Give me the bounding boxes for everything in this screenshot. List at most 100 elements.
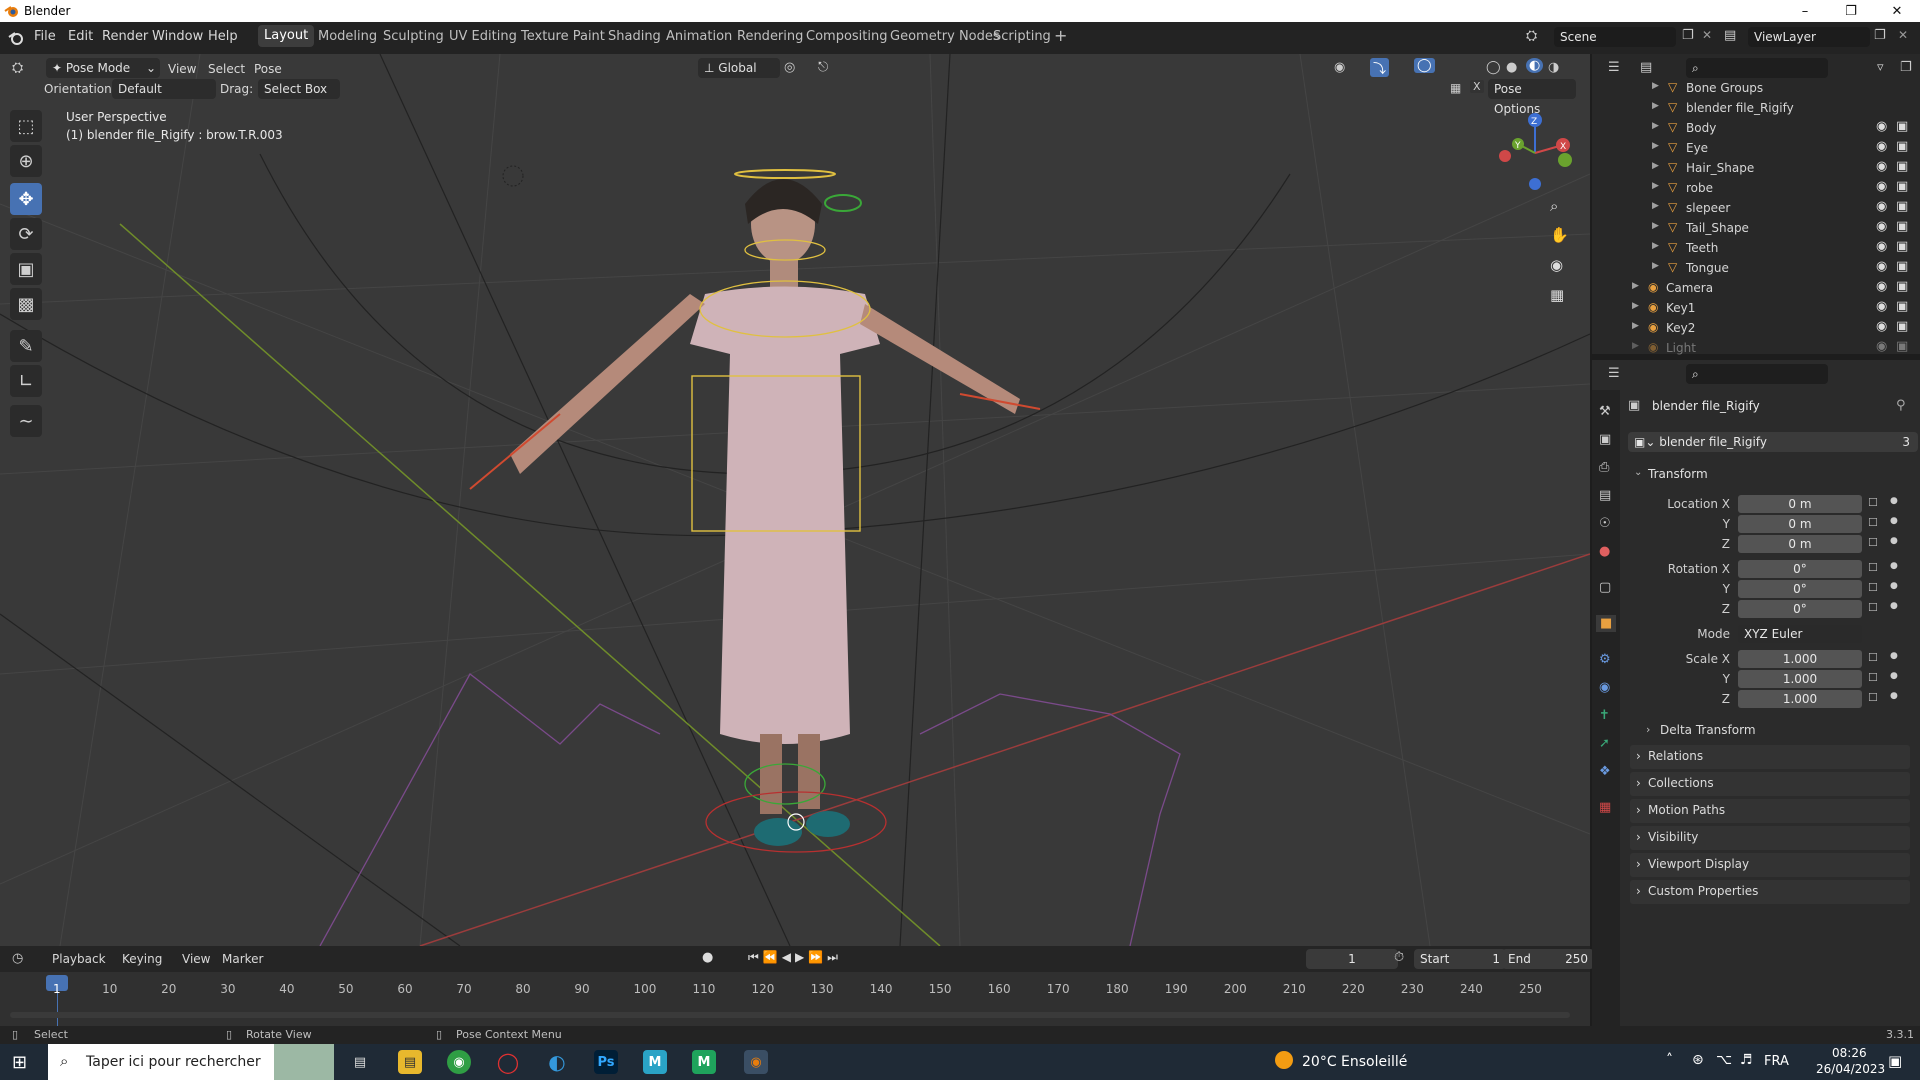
camera-render-icon[interactable]: ▣ xyxy=(1896,259,1908,274)
expand-triangle-icon[interactable]: ▶ xyxy=(1652,261,1659,271)
new-collection-icon[interactable]: ❐ xyxy=(1900,60,1912,75)
modifiers-tab-icon[interactable]: ⚙ xyxy=(1599,652,1611,667)
tab-animation[interactable]: Animation xyxy=(666,29,732,44)
camera-render-icon[interactable]: ▣ xyxy=(1896,159,1908,174)
transform-tool-icon[interactable]: ▩ xyxy=(10,288,42,320)
expand-triangle-icon[interactable]: ▶ xyxy=(1652,141,1659,151)
camera-render-icon[interactable]: ▣ xyxy=(1896,119,1908,134)
tab-geometry-nodes[interactable]: Geometry Nodes xyxy=(890,29,1000,44)
measure-tool-icon[interactable]: ∟ xyxy=(10,365,42,397)
expand-triangle-icon[interactable]: ▶ xyxy=(1652,81,1659,91)
pan-hand-icon[interactable]: ✋ xyxy=(1550,226,1569,244)
camera-render-icon[interactable]: ▣ xyxy=(1896,219,1908,234)
menu-edit[interactable]: Edit xyxy=(68,29,93,44)
expand-triangle-icon[interactable]: ▶ xyxy=(1652,221,1659,231)
tray-expand-icon[interactable]: ˄ xyxy=(1666,1052,1673,1068)
material-shading-icon[interactable]: ◐ xyxy=(1526,58,1544,73)
outliner-row[interactable]: ▶ ▽ Teeth ◉ ▣ xyxy=(1592,238,1920,258)
outliner-editor-icon[interactable]: ☰ xyxy=(1608,60,1620,75)
camera-render-icon[interactable]: ▣ xyxy=(1896,299,1908,314)
weather-icon[interactable] xyxy=(1272,1048,1296,1072)
visibility-icon[interactable]: ◉ xyxy=(1334,60,1345,75)
tab-rendering[interactable]: Rendering xyxy=(737,29,803,44)
tab-uv-editing[interactable]: UV Editing xyxy=(449,29,517,44)
keyframe-dot-icon[interactable]: ● xyxy=(1890,496,1898,506)
keyframe-dot-icon[interactable]: ● xyxy=(1890,581,1898,591)
collection-tab-icon[interactable]: ▢ xyxy=(1599,580,1611,595)
tab-texture-paint[interactable]: Texture Paint xyxy=(521,29,605,44)
property-panel-header[interactable]: › Custom Properties xyxy=(1630,880,1910,904)
transform-header[interactable]: Transform xyxy=(1648,467,1708,481)
keyframe-dot-icon[interactable]: ● xyxy=(1890,516,1898,526)
eye-icon[interactable]: ◉ xyxy=(1876,319,1887,334)
transform-orientation-dropdown[interactable]: ⊥ Global xyxy=(698,58,780,78)
camera-render-icon[interactable]: ▣ xyxy=(1896,279,1908,294)
pose-options-dropdown[interactable]: Pose Options xyxy=(1488,79,1576,116)
rotate-tool-icon[interactable]: ⟳ xyxy=(10,218,42,250)
keyframe-dot-icon[interactable]: ● xyxy=(1890,651,1898,661)
navigation-gizmo[interactable]: Z X Y xyxy=(1490,108,1580,198)
new-scene-icon[interactable]: ❐ xyxy=(1682,28,1694,43)
language-indicator[interactable]: FRA xyxy=(1764,1054,1789,1069)
tool-tab-icon[interactable]: ⚒ xyxy=(1599,404,1611,419)
lock-icon[interactable]: ☐ xyxy=(1868,691,1878,704)
windows-start-icon[interactable]: ⊞ xyxy=(12,1052,27,1073)
delta-expand-icon[interactable]: › xyxy=(1646,723,1650,736)
chrome-icon[interactable]: ◉ xyxy=(447,1050,471,1074)
outliner-row[interactable]: ▶ ◉ Camera ◉ ▣ xyxy=(1592,278,1920,298)
bone-tool-icon[interactable]: ∼ xyxy=(10,405,42,437)
close-button[interactable]: ✕ xyxy=(1874,0,1920,22)
overlay-toggle-icon[interactable]: ◯ xyxy=(1414,58,1435,73)
rotation-mode-dropdown[interactable]: XYZ Euler xyxy=(1738,625,1862,643)
render-tab-icon[interactable]: ▣ xyxy=(1599,432,1611,447)
clock-icon[interactable]: ⏱ xyxy=(1394,950,1404,965)
expand-triangle-icon[interactable]: ▶ xyxy=(1652,241,1659,251)
file-explorer-icon[interactable]: ▤ xyxy=(398,1050,422,1074)
blender-menu-icon[interactable] xyxy=(8,30,24,46)
outliner-search-input[interactable]: ⌕ xyxy=(1686,58,1828,78)
location-y-field[interactable]: 0 m xyxy=(1738,515,1862,533)
new-view-layer-icon[interactable]: ❐ xyxy=(1874,28,1886,43)
expand-triangle-icon[interactable]: ▶ xyxy=(1632,321,1639,331)
expand-triangle-icon[interactable]: ▶ xyxy=(1632,341,1639,351)
location-z-field[interactable]: 0 m xyxy=(1738,535,1862,553)
options-icon[interactable]: ▦ xyxy=(1450,81,1461,95)
eye-icon[interactable]: ◉ xyxy=(1876,259,1887,274)
lock-icon[interactable]: ☐ xyxy=(1868,671,1878,684)
camera-render-icon[interactable]: ▣ xyxy=(1896,179,1908,194)
blender-taskbar-icon[interactable]: ◉ xyxy=(744,1050,768,1074)
restore-button[interactable]: ❐ xyxy=(1828,0,1874,22)
mirror-x-toggle[interactable]: X xyxy=(1470,80,1484,93)
menu-view[interactable]: View xyxy=(168,62,196,76)
eye-icon[interactable]: ◉ xyxy=(1876,179,1887,194)
menu-playback[interactable]: Playback xyxy=(52,952,106,966)
scale-z-field[interactable]: 1.000 xyxy=(1738,690,1862,708)
keyframe-dot-icon[interactable]: ● xyxy=(1890,536,1898,546)
lock-icon[interactable]: ☐ xyxy=(1868,581,1878,594)
select-box-tool-icon[interactable]: ⬚ xyxy=(10,110,42,142)
eye-icon[interactable]: ◉ xyxy=(1876,159,1887,174)
outliner-row[interactable]: ▶ ◉ Key1 ◉ ▣ xyxy=(1592,298,1920,318)
ccleaner-icon[interactable]: ◐ xyxy=(545,1050,569,1074)
volume-icon[interactable]: ♬ xyxy=(1740,1052,1753,1068)
camera-render-icon[interactable]: ▣ xyxy=(1896,199,1908,214)
object-datablock-field[interactable]: ▣⌄ blender file_Rigify 3 xyxy=(1628,432,1918,452)
editor-type-icon[interactable]: ⛭ xyxy=(12,60,23,76)
expand-triangle-icon[interactable]: ▶ xyxy=(1652,181,1659,191)
outliner-row[interactable]: ▶ ▽ Body ◉ ▣ xyxy=(1592,118,1920,138)
solid-shading-icon[interactable]: ● xyxy=(1506,60,1517,75)
current-frame-field[interactable]: 1 xyxy=(1306,949,1398,969)
camera-render-icon[interactable]: ▣ xyxy=(1896,239,1908,254)
keyframe-dot-icon[interactable]: ● xyxy=(1890,561,1898,571)
expand-triangle-icon[interactable]: ▶ xyxy=(1652,101,1659,111)
armature-data-tab-icon[interactable]: ✝ xyxy=(1599,708,1610,723)
world-tab-icon[interactable]: ● xyxy=(1599,544,1610,559)
tab-sculpting[interactable]: Sculpting xyxy=(383,29,444,44)
tab-compositing[interactable]: Compositing xyxy=(806,29,888,44)
menu-keying[interactable]: Keying xyxy=(122,952,162,966)
perspective-toggle-icon[interactable]: ▦ xyxy=(1550,286,1564,304)
filter-icon[interactable]: ▿ xyxy=(1877,60,1884,75)
wireframe-shading-icon[interactable]: ◯ xyxy=(1486,60,1501,75)
location-x-field[interactable]: 0 m xyxy=(1738,495,1862,513)
expand-triangle-icon[interactable]: ▶ xyxy=(1652,161,1659,171)
